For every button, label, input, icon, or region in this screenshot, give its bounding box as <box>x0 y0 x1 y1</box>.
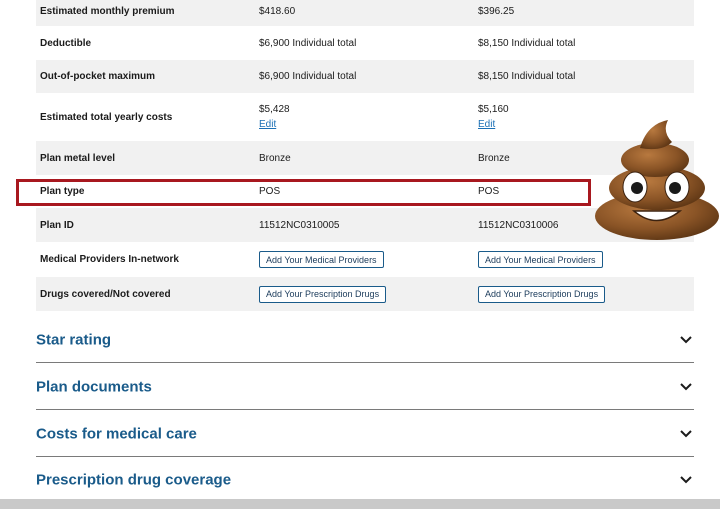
add-medical-providers-button[interactable]: Add Your Medical Providers <box>259 251 384 268</box>
plan1-value: 11512NC0310005 <box>259 219 340 231</box>
row-label: Deductible <box>40 37 92 49</box>
accordion-costs-medical-care[interactable]: Costs for medical care <box>36 411 694 457</box>
plan2-edit-link[interactable]: Edit <box>478 119 495 130</box>
accordion-title: Star rating <box>36 331 112 348</box>
add-prescription-drugs-button[interactable]: Add Your Prescription Drugs <box>259 285 387 303</box>
row-label: Plan metal level <box>40 152 116 164</box>
row-label: Plan ID <box>40 219 74 231</box>
row-monthly-premium: Estimated monthly premium $418.60 $396.2… <box>36 0 694 26</box>
row-label: Estimated monthly premium <box>40 5 175 17</box>
row-deductible: Deductible $6,900 Individual total $8,15… <box>36 26 694 60</box>
plan2-value: Bronze <box>478 152 510 164</box>
chevron-down-icon <box>680 475 692 483</box>
row-out-of-pocket: Out-of-pocket maximum $6,900 Individual … <box>36 60 694 93</box>
plan1-providers-cell: Add Your Medical Providers <box>259 242 384 277</box>
plan1-yearly-cost: $5,428 Edit <box>259 93 290 141</box>
plan1-value: $6,900 Individual total <box>259 37 357 49</box>
plan1-value: $5,428 <box>259 104 290 115</box>
add-medical-providers-button[interactable]: Add Your Medical Providers <box>478 251 603 268</box>
plan1-value: $6,900 Individual total <box>259 71 357 82</box>
plan1-edit-link[interactable]: Edit <box>259 119 276 130</box>
chevron-down-icon <box>680 335 692 343</box>
plan2-value: POS <box>478 186 500 197</box>
plan1-drugs-cell: Add Your Prescription Drugs <box>259 277 387 311</box>
row-label: Drugs covered/Not covered <box>40 288 171 300</box>
row-label: Plan type <box>40 186 85 197</box>
plan1-value: POS <box>259 186 281 197</box>
horizontal-scrollbar[interactable] <box>0 499 720 509</box>
plan2-value: $8,150 Individual total <box>478 71 576 82</box>
accordion-star-rating[interactable]: Star rating <box>36 317 694 363</box>
row-drugs-covered: Drugs covered/Not covered Add Your Presc… <box>36 277 694 311</box>
row-label: Estimated total yearly costs <box>40 111 173 123</box>
plan2-value: $396.25 <box>478 5 515 17</box>
plan1-value: Bronze <box>259 152 291 164</box>
accordion-title: Costs for medical care <box>36 425 197 442</box>
accordion-title: Plan documents <box>36 378 152 395</box>
accordion-plan-documents[interactable]: Plan documents <box>36 364 694 410</box>
pile-of-poo-emoji-icon <box>595 120 719 240</box>
plan2-value: $8,150 Individual total <box>478 37 576 49</box>
row-label: Medical Providers In-network <box>40 254 179 265</box>
plan2-yearly-cost: $5,160 Edit <box>478 93 509 141</box>
accordion-prescription-drug-coverage[interactable]: Prescription drug coverage <box>36 457 694 503</box>
accordion-title: Prescription drug coverage <box>36 471 232 488</box>
plan2-value: $5,160 <box>478 104 509 115</box>
row-label: Out-of-pocket maximum <box>40 71 156 82</box>
plan2-providers-cell: Add Your Medical Providers <box>478 242 603 277</box>
plan1-value: $418.60 <box>259 5 296 17</box>
chevron-down-icon <box>680 429 692 437</box>
row-medical-providers: Medical Providers In-network Add Your Me… <box>36 242 694 277</box>
chevron-down-icon <box>680 382 692 390</box>
plan2-value: 11512NC0310006 <box>478 219 559 231</box>
add-prescription-drugs-button[interactable]: Add Your Prescription Drugs <box>478 285 606 303</box>
plan2-drugs-cell: Add Your Prescription Drugs <box>478 277 606 311</box>
